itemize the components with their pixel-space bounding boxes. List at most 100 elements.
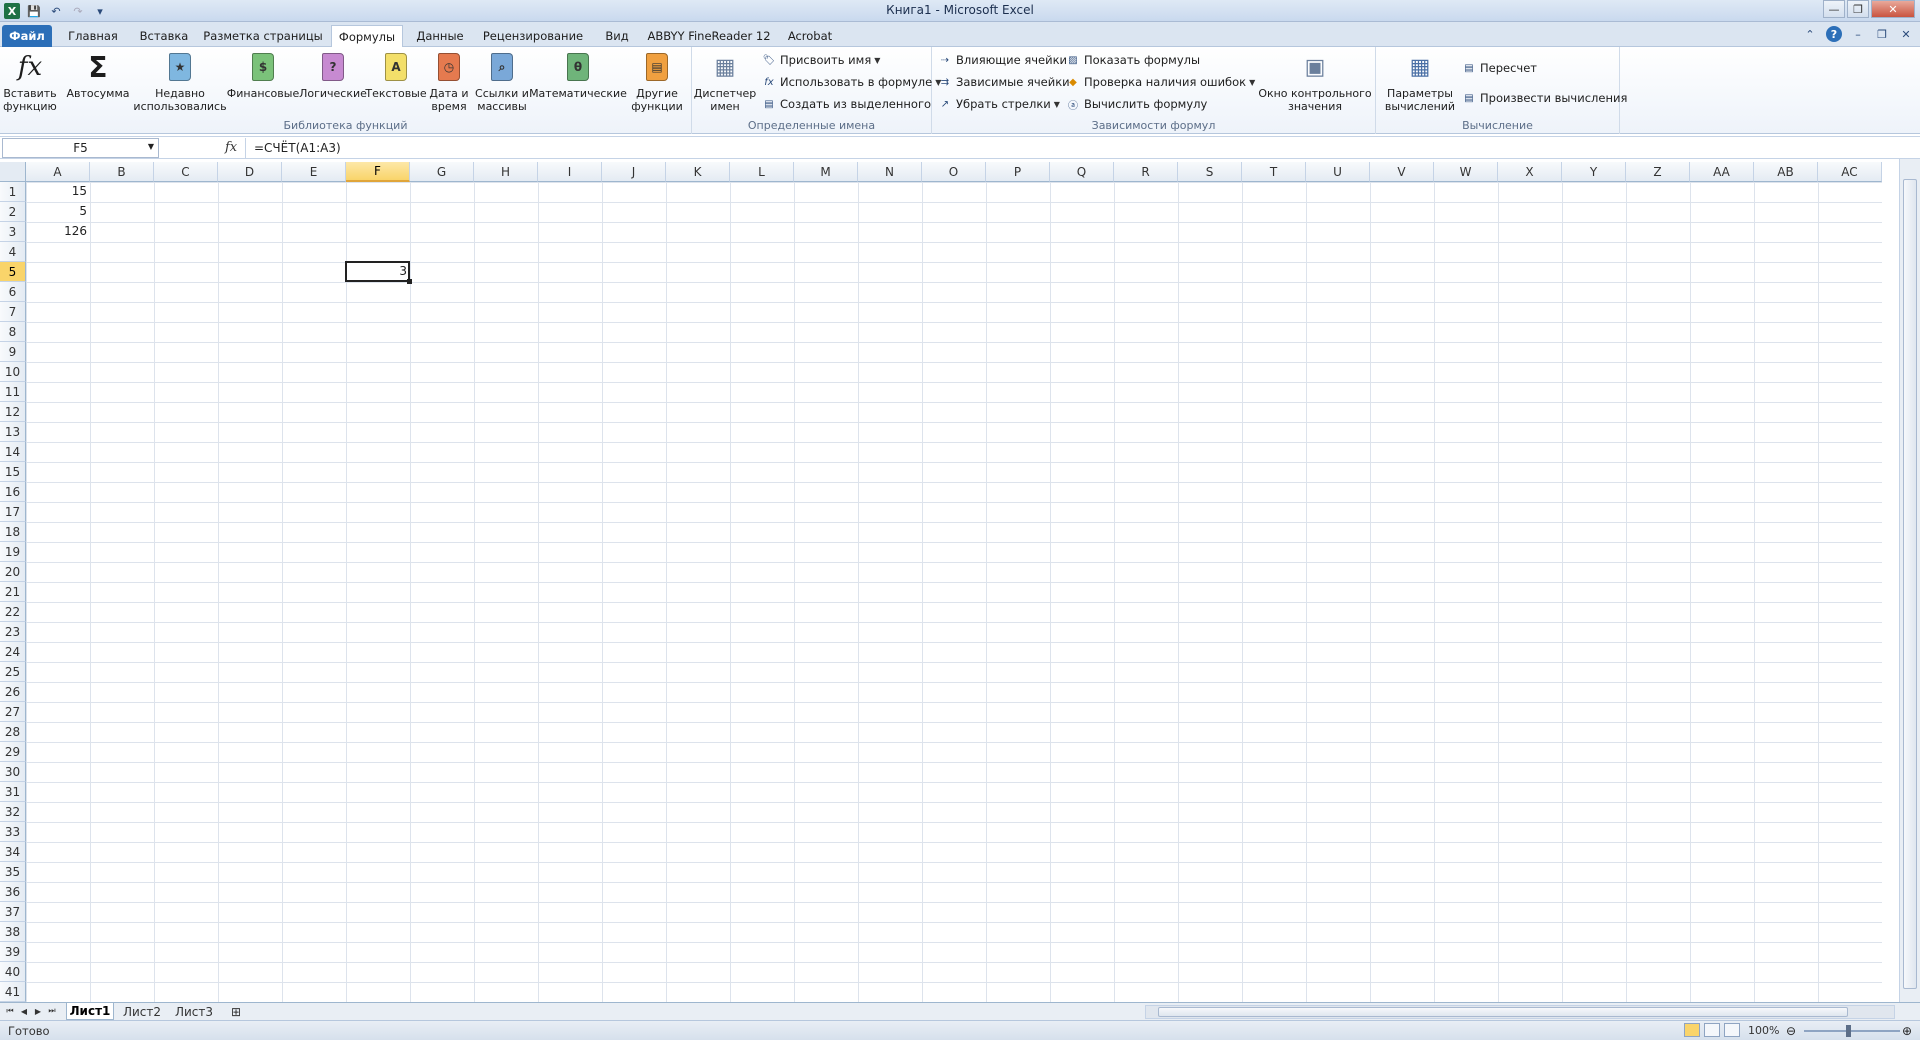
column-header[interactable]: V [1370,162,1434,182]
column-header[interactable]: N [858,162,922,182]
row-header[interactable]: 4 [0,242,26,262]
row-header[interactable]: 39 [0,942,26,962]
column-header[interactable]: U [1306,162,1370,182]
tab-page-layout[interactable]: Разметка страницы [203,25,323,47]
vertical-scrollbar[interactable] [1899,159,1920,1002]
doc-close-icon[interactable]: ✕ [1898,26,1914,42]
column-header[interactable]: B [90,162,154,182]
row-header[interactable]: 13 [0,422,26,442]
row-header[interactable]: 2 [0,202,26,222]
page-break-view-icon[interactable] [1724,1023,1740,1037]
column-header[interactable]: Q [1050,162,1114,182]
lookup-button[interactable]: ⌕ Ссылки и массивы [474,51,530,113]
tab-formulas[interactable]: Формулы [331,25,403,47]
text-button[interactable]: A Текстовые [365,51,427,100]
row-header[interactable]: 21 [0,582,26,602]
autosum-button[interactable]: Σ Автосумма [64,51,132,100]
evaluate-formula-button[interactable]: ⓐ Вычислить формулу [1066,95,1207,113]
row-header[interactable]: 17 [0,502,26,522]
tab-abbyy[interactable]: ABBYY FineReader 12 [647,25,771,47]
watch-window-button[interactable]: ▣ Окно контрольного значения [1258,51,1372,113]
column-header[interactable]: M [794,162,858,182]
tab-data[interactable]: Данные [411,25,469,47]
row-header[interactable]: 19 [0,542,26,562]
tab-review[interactable]: Рецензирование [478,25,588,47]
calc-now-button[interactable]: ▤ Пересчет [1462,59,1537,77]
row-header[interactable]: 40 [0,962,26,982]
row-header[interactable]: 7 [0,302,26,322]
row-header[interactable]: 37 [0,902,26,922]
row-header[interactable]: 16 [0,482,26,502]
column-header[interactable]: L [730,162,794,182]
use-in-formula-button[interactable]: fx Использовать в формуле ▼ [762,73,941,91]
row-header[interactable]: 11 [0,382,26,402]
financial-button[interactable]: $ Финансовые [227,51,299,100]
column-header[interactable]: AA [1690,162,1754,182]
insert-function-button[interactable]: fx Вставить функцию [3,51,57,114]
horizontal-scroll-thumb[interactable] [1158,1007,1848,1017]
name-box-dropdown-icon[interactable]: ▼ [148,142,154,151]
column-header[interactable]: Z [1626,162,1690,182]
error-checking-button[interactable]: ◆ Проверка наличия ошибок ▼ [1066,73,1255,91]
show-formulas-button[interactable]: ▨ Показать формулы [1066,51,1200,69]
row-header[interactable]: 10 [0,362,26,382]
row-header[interactable]: 24 [0,642,26,662]
last-sheet-icon[interactable]: ⏭ [46,1004,58,1018]
minimize-button[interactable]: — [1823,0,1845,18]
formula-input[interactable]: =СЧЁТ(A1:A3) [245,138,1906,158]
row-header[interactable]: 41 [0,982,26,1002]
cell-area[interactable]: 15 5 126 3 [26,182,1882,1002]
column-header[interactable]: E [282,162,346,182]
sheet-tab-2[interactable]: Лист2 [118,1003,166,1020]
fill-handle[interactable] [407,279,412,284]
define-name-button[interactable]: 🏷 Присвоить имя ▼ [762,51,881,69]
doc-minimize-icon[interactable]: – [1850,26,1866,42]
select-all-corner[interactable] [0,162,26,182]
row-header[interactable]: 1 [0,182,26,202]
row-header[interactable]: 35 [0,862,26,882]
column-header[interactable]: G [410,162,474,182]
page-layout-view-icon[interactable] [1704,1023,1720,1037]
restore-button[interactable]: ❐ [1847,0,1869,18]
cell-a3[interactable]: 126 [26,222,90,242]
first-sheet-icon[interactable]: ⏮ [4,1004,16,1018]
row-header[interactable]: 29 [0,742,26,762]
row-header[interactable]: 36 [0,882,26,902]
logical-button[interactable]: ? Логические [299,51,367,100]
row-header[interactable]: 8 [0,322,26,342]
row-header[interactable]: 12 [0,402,26,422]
tab-insert[interactable]: Вставка [133,25,195,47]
prev-sheet-icon[interactable]: ◀ [18,1004,30,1018]
cell-a2[interactable]: 5 [26,202,90,222]
vertical-scroll-thumb[interactable] [1903,179,1917,989]
datetime-button[interactable]: ◷ Дата и время [424,51,474,113]
column-header[interactable]: AC [1818,162,1882,182]
row-header[interactable]: 20 [0,562,26,582]
column-header[interactable]: Y [1562,162,1626,182]
close-button[interactable]: ✕ [1871,0,1915,18]
zoom-level[interactable]: 100% [1748,1024,1779,1037]
horizontal-scrollbar[interactable] [1145,1005,1895,1019]
column-header[interactable]: P [986,162,1050,182]
ribbon-collapse-icon[interactable]: ⌃ [1802,26,1818,42]
row-header[interactable]: 15 [0,462,26,482]
sheet-tab-3[interactable]: Лист3 [170,1003,218,1020]
row-header[interactable]: 23 [0,622,26,642]
active-cell-border[interactable] [345,261,410,282]
row-header[interactable]: 25 [0,662,26,682]
row-header[interactable]: 14 [0,442,26,462]
row-header[interactable]: 28 [0,722,26,742]
row-header[interactable]: 9 [0,342,26,362]
row-header[interactable]: 38 [0,922,26,942]
name-manager-button[interactable]: ▦ Диспетчер имен [694,51,756,113]
column-header[interactable]: X [1498,162,1562,182]
column-header[interactable]: D [218,162,282,182]
column-header[interactable]: T [1242,162,1306,182]
column-header[interactable]: J [602,162,666,182]
row-header[interactable]: 3 [0,222,26,242]
row-header[interactable]: 18 [0,522,26,542]
row-header[interactable]: 22 [0,602,26,622]
row-header[interactable]: 30 [0,762,26,782]
insert-sheet-icon[interactable]: ⊞ [224,1003,248,1020]
trace-precedents-button[interactable]: ⇢ Влияющие ячейки [938,51,1067,69]
